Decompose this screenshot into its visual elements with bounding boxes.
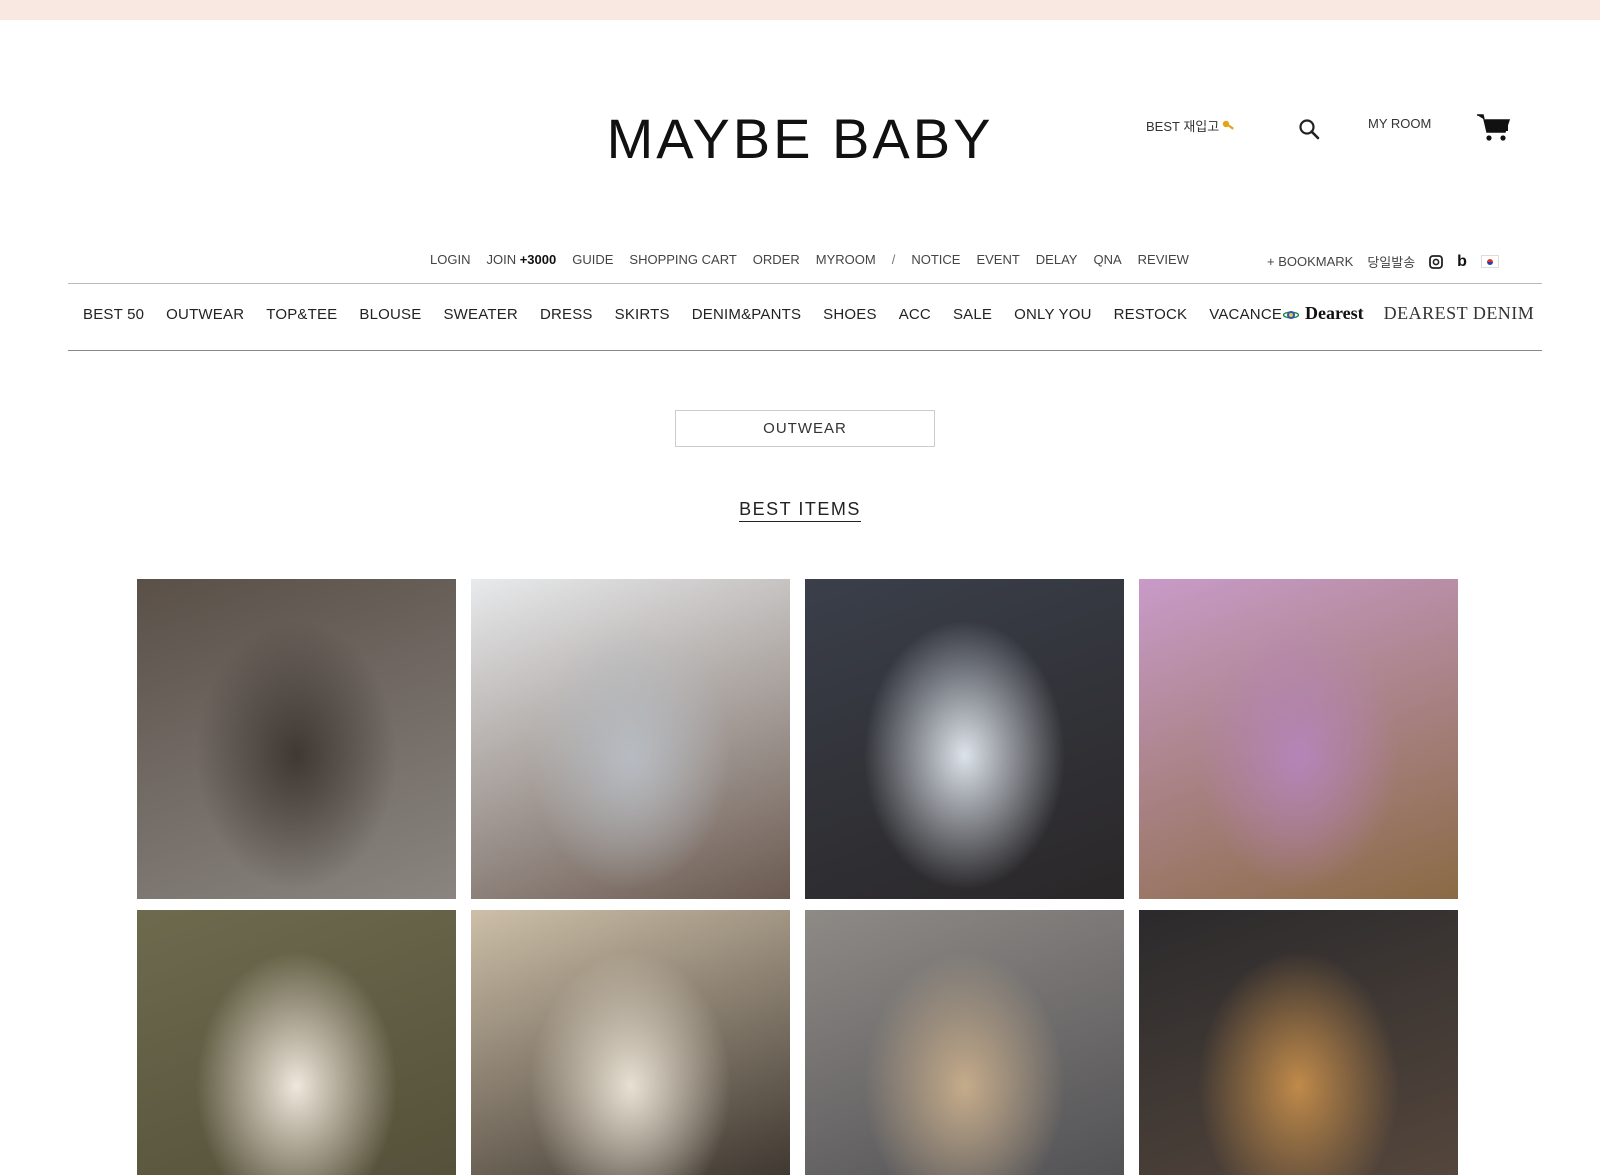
guide-link[interactable]: GUIDE xyxy=(572,252,613,267)
nav-divider-bottom xyxy=(68,350,1542,351)
key-icon xyxy=(1222,119,1236,133)
category-vacance[interactable]: VACANCE xyxy=(1209,306,1300,323)
product-image[interactable] xyxy=(137,910,456,1175)
product-image[interactable] xyxy=(471,910,790,1175)
instagram-icon[interactable] xyxy=(1429,254,1444,269)
myroom-label: MY ROOM xyxy=(1368,116,1432,131)
category-best50[interactable]: BEST 50 xyxy=(83,306,144,323)
category-acc[interactable]: ACC xyxy=(899,306,931,323)
category-top-tee[interactable]: TOP&TEE xyxy=(266,306,337,323)
category-denim-pants[interactable]: DENIM&PANTS xyxy=(692,306,801,323)
search-button[interactable] xyxy=(1298,118,1320,140)
category-only-you[interactable]: ONLY YOU xyxy=(1014,306,1091,323)
category-dress[interactable]: DRESS xyxy=(540,306,593,323)
myroom-nav-link[interactable]: MYROOM xyxy=(816,252,876,267)
qna-link[interactable]: QNA xyxy=(1093,252,1121,267)
login-link[interactable]: LOGIN xyxy=(430,252,470,267)
category-sale[interactable]: SALE xyxy=(953,306,992,323)
cart-button[interactable] xyxy=(1476,112,1510,142)
best-items-heading: BEST ITEMS xyxy=(0,499,1600,522)
dearest-denim-brand-link[interactable]: DEAREST DENIM xyxy=(1384,303,1535,324)
vacance-label: VACANCE xyxy=(1209,306,1283,323)
category-outwear[interactable]: OUTWEAR xyxy=(166,306,244,323)
notice-link[interactable]: NOTICE xyxy=(911,252,960,267)
category-restock[interactable]: RESTOCK xyxy=(1114,306,1188,323)
review-link[interactable]: REVIEW xyxy=(1138,252,1189,267)
blog-icon[interactable]: b xyxy=(1457,253,1467,271)
cart-icon xyxy=(1476,112,1510,142)
category-blouse[interactable]: BLOUSE xyxy=(359,306,421,323)
event-link[interactable]: EVENT xyxy=(976,252,1019,267)
top-banner-strip xyxy=(0,0,1600,20)
brand-links: Dearest DEAREST DENIM xyxy=(1305,303,1534,324)
site-logo[interactable]: MAYBE BABY xyxy=(0,106,1600,171)
join-link[interactable]: JOIN +3000 xyxy=(486,252,556,267)
search-icon xyxy=(1298,118,1320,140)
product-image[interactable] xyxy=(1139,910,1458,1175)
join-bonus: +3000 xyxy=(519,252,557,267)
best-restock-link[interactable]: BEST 재입고 xyxy=(1146,116,1236,135)
category-shoes[interactable]: SHOES xyxy=(823,306,877,323)
join-label: JOIN xyxy=(486,252,517,267)
nav-divider-top xyxy=(68,283,1542,284)
planet-icon xyxy=(1283,309,1300,321)
best-restock-label: BEST 재입고 xyxy=(1146,119,1220,134)
myroom-link[interactable]: MY ROOM xyxy=(1368,116,1431,131)
product-grid xyxy=(137,579,1459,1175)
category-title: OUTWEAR xyxy=(763,420,847,437)
korea-flag-icon[interactable] xyxy=(1480,255,1499,268)
product-image[interactable] xyxy=(805,579,1124,899)
order-link[interactable]: ORDER xyxy=(753,252,800,267)
category-title-box: OUTWEAR xyxy=(675,410,935,447)
product-image[interactable] xyxy=(1139,579,1458,899)
shopping-cart-link[interactable]: SHOPPING CART xyxy=(629,252,736,267)
same-day-shipping-link[interactable]: 당일발송 xyxy=(1367,252,1415,271)
nav-separator: / xyxy=(891,252,896,267)
category-skirts[interactable]: SKIRTS xyxy=(615,306,670,323)
category-navigation: BEST 50 OUTWEAR TOP&TEE BLOUSE SWEATER D… xyxy=(83,306,1300,323)
category-sweater[interactable]: SWEATER xyxy=(443,306,517,323)
product-image[interactable] xyxy=(471,579,790,899)
product-image[interactable] xyxy=(137,579,456,899)
bookmark-link[interactable]: + BOOKMARK xyxy=(1267,254,1353,269)
dearest-brand-link[interactable]: Dearest xyxy=(1305,303,1364,324)
product-image[interactable] xyxy=(805,910,1124,1175)
delay-link[interactable]: DELAY xyxy=(1036,252,1078,267)
